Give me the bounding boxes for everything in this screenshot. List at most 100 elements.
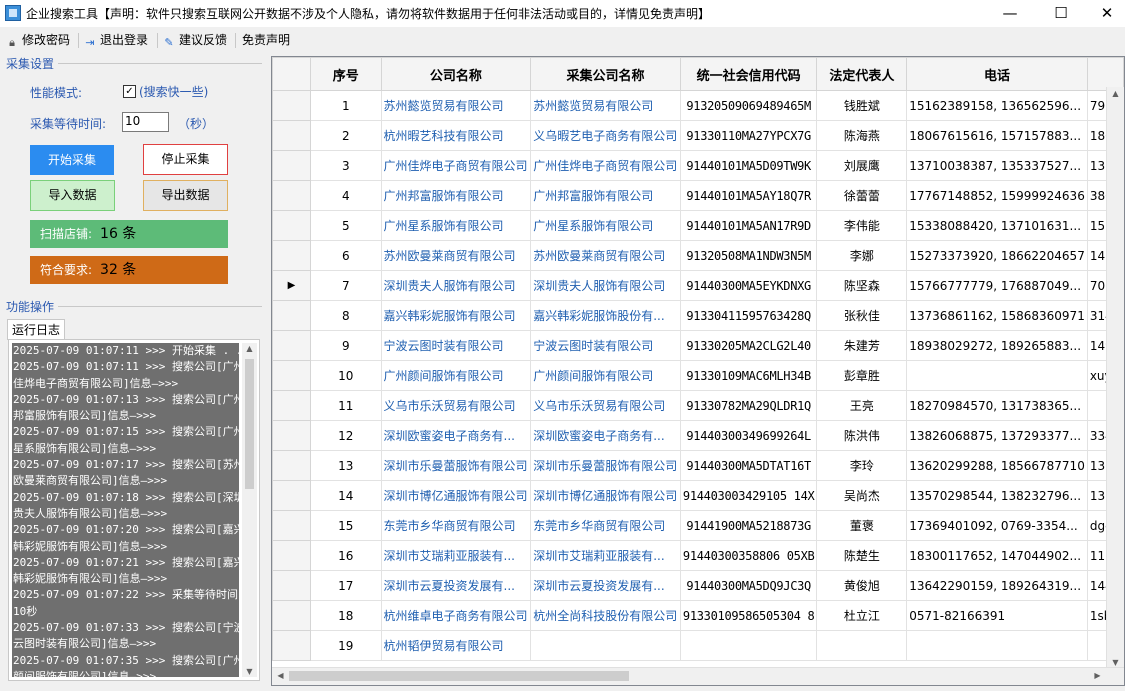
cell-collected[interactable]: 广州颜间服饰有限公司 (530, 360, 681, 391)
table-row[interactable]: 3 广州佳烨电子商贸有限公司 广州佳烨电子商贸有限公司 91440101MA5D09T… (272, 150, 1124, 181)
cell-collected[interactable]: 深圳市博亿通服饰有限公司 (530, 480, 681, 511)
cell-collected[interactable]: 广州邦富服饰有限公司 (530, 180, 681, 211)
cell-collected[interactable]: 杭州全尚科技股份有限公司 (530, 600, 681, 631)
cell-tel[interactable]: 13736861162, 15868360971 (906, 300, 1088, 331)
row-header[interactable] (272, 330, 312, 361)
cell-no[interactable]: 16 (310, 540, 382, 571)
scroll-up-icon[interactable]: ▲ (241, 344, 258, 353)
cell-no[interactable]: 2 (310, 120, 382, 151)
disclaimer-button[interactable]: 免责声明 (242, 32, 290, 48)
cell-rep[interactable]: 李玲 (816, 450, 908, 481)
wait-time-input[interactable]: 10 (122, 112, 169, 132)
column-header[interactable]: 统一社会信用代码 (679, 57, 818, 91)
table-row[interactable]: 2 杭州暇艺科技有限公司 义乌暇艺电子商务有限公司 91330110MA27YPCX7… (272, 120, 1124, 151)
table-row[interactable]: 19 杭州韬伊贸易有限公司 (272, 630, 1124, 661)
cell-collected[interactable]: 义乌暇艺电子商务有限公司 (530, 120, 681, 151)
row-header[interactable] (272, 240, 312, 271)
cell-tel[interactable]: 13570298544, 138232796... (906, 480, 1088, 511)
cell-rep[interactable]: 黄俊旭 (816, 570, 908, 601)
scroll-right-icon[interactable]: ▶ (1089, 671, 1106, 680)
row-header[interactable] (272, 390, 312, 421)
feedback-button[interactable]: ✎ 建议反馈 (163, 32, 227, 49)
cell-company[interactable]: 深圳欧蜜姿电子商务有... (380, 420, 532, 451)
table-row[interactable]: 16 深圳市艾瑞莉亚服装有... 深圳市艾瑞莉亚服装有... 914403003588… (272, 540, 1124, 571)
cell-company[interactable]: 东莞市乡华商贸有限公司 (380, 510, 532, 541)
import-data-button[interactable]: 导入数据 (30, 180, 115, 211)
cell-code[interactable]: 914403003429105 14X (679, 480, 818, 511)
cell-collected[interactable]: 广州星系服饰有限公司 (530, 210, 681, 241)
row-header[interactable] (272, 540, 312, 571)
cell-tel[interactable]: 13642290159, 189264319... (906, 570, 1088, 601)
cell-rep[interactable]: 陈海燕 (816, 120, 908, 151)
cell-no[interactable]: 6 (310, 240, 382, 271)
cell-rep[interactable]: 王亮 (816, 390, 908, 421)
cell-collected[interactable]: 东莞市乡华商贸有限公司 (530, 510, 681, 541)
cell-rep[interactable]: 徐蕾蕾 (816, 180, 908, 211)
cell-rep[interactable]: 钱胜斌 (816, 90, 908, 121)
cell-rep[interactable]: 杜立江 (816, 600, 908, 631)
cell-tel[interactable]: 13826068875, 137293377... (906, 420, 1088, 451)
table-row[interactable]: 13 深圳市乐曼蕾服饰有限公司 深圳市乐曼蕾服饰有限公司 91440300MA5DTA… (272, 450, 1124, 481)
cell-collected[interactable]: 深圳市艾瑞莉亚服装有... (530, 540, 681, 571)
perf-mode-checkbox[interactable]: ✓ (123, 85, 136, 98)
cell-no[interactable]: 13 (310, 450, 382, 481)
scroll-down-icon[interactable]: ▼ (1107, 658, 1124, 667)
column-header[interactable]: 序号 (310, 57, 382, 91)
cell-company[interactable]: 广州邦富服饰有限公司 (380, 180, 532, 211)
cell-code[interactable]: 91440101MA5AY18Q7R (679, 180, 818, 211)
column-header[interactable]: 电话 (906, 57, 1088, 91)
cell-code[interactable] (679, 630, 818, 661)
row-header[interactable] (272, 150, 312, 181)
cell-company[interactable]: 杭州暇艺科技有限公司 (380, 120, 532, 151)
cell-no[interactable]: 11 (310, 390, 382, 421)
table-row[interactable]: 8 嘉兴韩彩妮服饰有限公司 嘉兴韩彩妮服饰股份有... 913304115957634… (272, 300, 1124, 331)
table-row[interactable]: 14 深圳市博亿通服饰有限公司 深圳市博亿通服饰有限公司 91440300342910… (272, 480, 1124, 511)
scroll-down-icon[interactable]: ▼ (241, 667, 258, 676)
cell-collected[interactable]: 宁波云图时装有限公司 (530, 330, 681, 361)
cell-rep[interactable]: 刘展鹰 (816, 150, 908, 181)
table-row[interactable]: 1 苏州懿览贸易有限公司 苏州懿览贸易有限公司 91320509069489465M 钱… (272, 90, 1124, 121)
cell-rep[interactable]: 陈洪伟 (816, 420, 908, 451)
cell-tel[interactable]: 17767148852, 15999924636 (906, 180, 1088, 211)
cell-rep[interactable]: 彭章胜 (816, 360, 908, 391)
row-header[interactable] (272, 420, 312, 451)
tab-run-log[interactable]: 运行日志 (7, 319, 65, 340)
close-button[interactable]: ✕ (1084, 0, 1125, 27)
scroll-up-icon[interactable]: ▲ (1107, 89, 1124, 98)
cell-code[interactable]: 91440300349699264L (679, 420, 818, 451)
table-row[interactable]: 4 广州邦富服饰有限公司 广州邦富服饰有限公司 91440101MA5AY18Q7R 徐… (272, 180, 1124, 211)
cell-no[interactable]: 9 (310, 330, 382, 361)
cell-collected[interactable]: 深圳贵夫人服饰有限公司 (530, 270, 681, 301)
table-row[interactable]: 10 广州颜间服饰有限公司 广州颜间服饰有限公司 91330109MAC6MLH34B… (272, 360, 1124, 391)
row-header[interactable] (272, 600, 312, 631)
cell-collected[interactable]: 苏州欧曼莱商贸有限公司 (530, 240, 681, 271)
row-header[interactable] (272, 120, 312, 151)
cell-company[interactable]: 苏州欧曼莱商贸有限公司 (380, 240, 532, 271)
cell-code[interactable]: 91330205MA2CLG2L40 (679, 330, 818, 361)
grid-vertical-scrollbar[interactable]: ▲ ▼ (1106, 87, 1124, 669)
start-collect-button[interactable]: 开始采集 (30, 145, 114, 175)
cell-no[interactable]: 14 (310, 480, 382, 511)
cell-tel[interactable]: 13620299288, 18566787710 (906, 450, 1088, 481)
row-header[interactable] (272, 210, 312, 241)
row-header[interactable] (272, 630, 312, 661)
column-header[interactable] (1086, 57, 1124, 91)
cell-no[interactable]: 12 (310, 420, 382, 451)
cell-tel[interactable]: 15162389158, 136562596... (906, 90, 1088, 121)
cell-no[interactable]: 3 (310, 150, 382, 181)
table-row[interactable]: 17 深圳市云夏投资发展有... 深圳市云夏投资发展有... 91440300MA5D… (272, 570, 1124, 601)
cell-collected[interactable]: 苏州懿览贸易有限公司 (530, 90, 681, 121)
cell-no[interactable]: 19 (310, 630, 382, 661)
cell-tel[interactable]: 15273373920, 18662204657 (906, 240, 1088, 271)
cell-company[interactable]: 宁波云图时装有限公司 (380, 330, 532, 361)
cell-collected[interactable]: 义乌市乐沃贸易有限公司 (530, 390, 681, 421)
cell-tel[interactable]: 18270984570, 131738365... (906, 390, 1088, 421)
cell-code[interactable]: 91330782MA29QLDR1Q (679, 390, 818, 421)
cell-company[interactable]: 深圳市博亿通服饰有限公司 (380, 480, 532, 511)
row-header[interactable] (272, 450, 312, 481)
cell-code[interactable]: 91440101MA5D09TW9K (679, 150, 818, 181)
cell-company[interactable]: 深圳市乐曼蕾服饰有限公司 (380, 450, 532, 481)
table-row[interactable]: 15 东莞市乡华商贸有限公司 东莞市乡华商贸有限公司 91441900MA521887… (272, 510, 1124, 541)
cell-rep[interactable]: 朱建芳 (816, 330, 908, 361)
cell-no[interactable]: 5 (310, 210, 382, 241)
